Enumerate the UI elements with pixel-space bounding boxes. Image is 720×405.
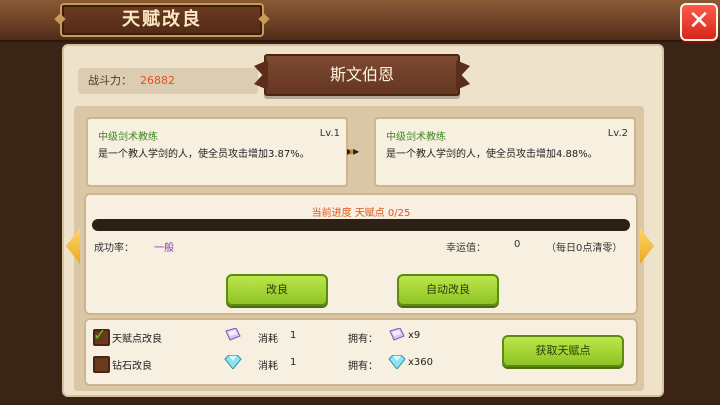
talent-point-own-label: 拥有： — [348, 334, 378, 345]
diamond-own-label: 拥有： — [348, 361, 378, 372]
talent-point-checkbox[interactable]: ✓ — [93, 325, 110, 346]
character-name: 斯文伯恩 — [264, 54, 460, 96]
close-button[interactable]: ✕ — [680, 3, 718, 41]
talent-point-consume-value: 1 — [290, 330, 297, 341]
luck-reset-note: （每日0点清零） — [546, 243, 623, 254]
next-talent-level: Lv.2 — [607, 128, 628, 139]
current-talent-name: 中级剑术教练 — [98, 132, 158, 143]
diamond-icon — [388, 355, 406, 369]
talent-point-own-value: x9 — [408, 330, 421, 341]
diamond-consume-label: 消耗 — [258, 361, 278, 372]
close-icon: ✕ — [688, 6, 710, 36]
diamond-consume-value: 1 — [290, 357, 297, 368]
talent-crystal-icon — [225, 328, 241, 341]
talent-point-consume-label: 消耗 — [258, 334, 278, 345]
current-talent-level: Lv.1 — [319, 128, 340, 139]
progress-bar — [92, 219, 630, 231]
check-icon: ✓ — [93, 325, 107, 344]
improve-options: ✓ 天赋点改良 消耗 1 拥有： x9 ✓ 钻石改良 消耗 1 拥有： x360… — [84, 318, 638, 386]
combat-power-label: 战斗力： — [88, 74, 132, 87]
get-talent-points-button[interactable]: 获取天赋点 — [502, 335, 624, 367]
next-talent-card: 中级剑术教练 Lv.2 是一个教人学剑的人，使全员攻击增加4.88%。 — [374, 117, 636, 187]
success-rate-label: 成功率： — [94, 243, 134, 254]
diamond-icon — [224, 355, 242, 369]
success-rate-value: 一般 — [154, 243, 174, 254]
window-title: 天赋改良 — [60, 3, 264, 37]
diamond-option-label: 钻石改良 — [112, 361, 152, 372]
next-level-arrows-icon: ▸▸▸ — [347, 144, 359, 158]
luck-value: 0 — [514, 239, 521, 250]
next-talent-description: 是一个教人学剑的人，使全员攻击增加4.88%。 — [386, 149, 598, 160]
talent-crystal-icon — [389, 328, 405, 341]
improve-button[interactable]: 改良 — [226, 274, 328, 306]
combat-power: 战斗力： 26882 — [78, 68, 258, 94]
current-talent-card: 中级剑术教练 Lv.1 是一个教人学剑的人，使全员攻击增加3.87%。 — [86, 117, 348, 187]
current-talent-description: 是一个教人学剑的人，使全员攻击增加3.87%。 — [98, 149, 310, 160]
diamond-checkbox[interactable]: ✓ — [93, 356, 110, 373]
luck-label: 幸运值： — [446, 243, 486, 254]
combat-power-value: 26882 — [140, 74, 175, 87]
diamond-own-value: x360 — [408, 357, 434, 368]
progress-label: 当前进度 天赋点 0/25 — [311, 208, 411, 219]
talent-point-option-label: 天赋点改良 — [112, 334, 162, 345]
next-talent-name: 中级剑术教练 — [386, 132, 446, 143]
progress-section: 当前进度 天赋点 0/25 成功率： 一般 幸运值： 0 （每日0点清零） 改良… — [84, 193, 638, 315]
auto-improve-button[interactable]: 自动改良 — [397, 274, 499, 306]
